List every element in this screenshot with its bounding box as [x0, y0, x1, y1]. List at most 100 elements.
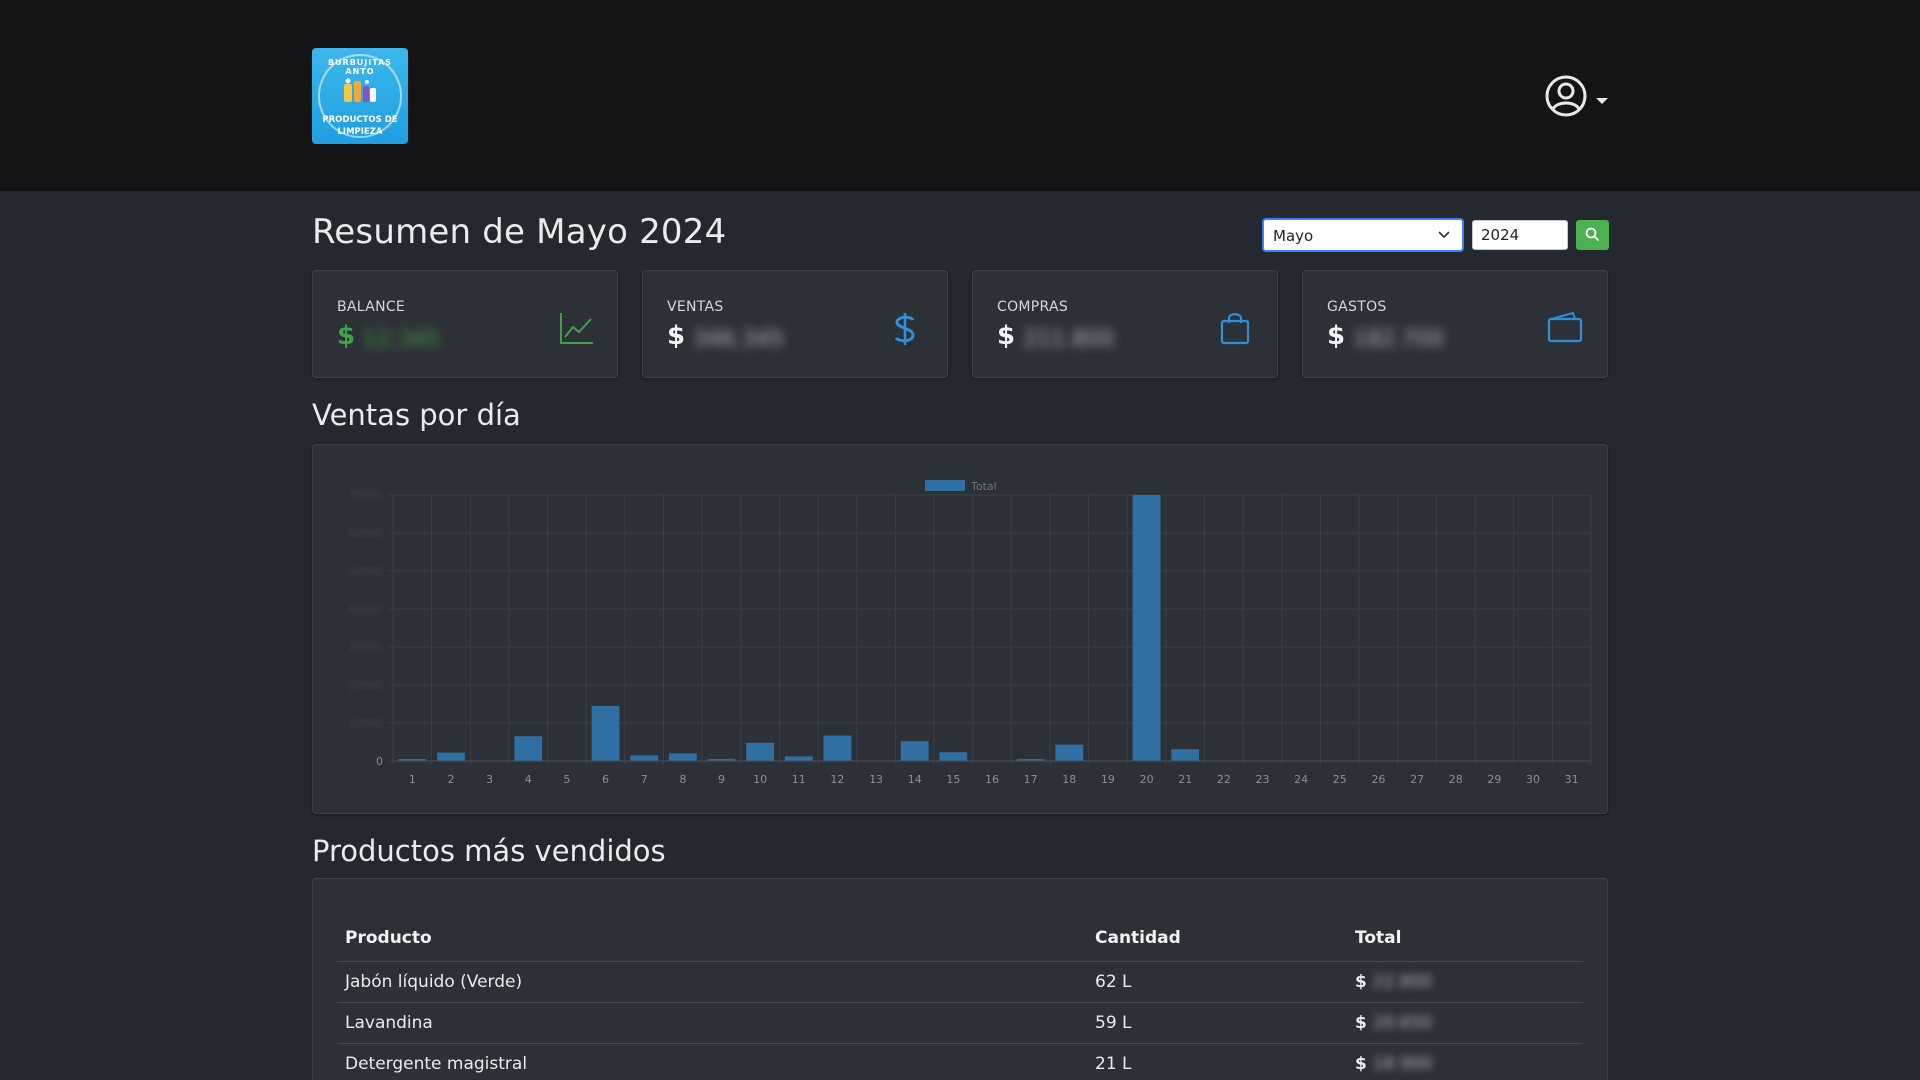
y-tick-label: 30000: [348, 641, 383, 654]
bar-day-15: [939, 752, 968, 761]
legend-swatch: [925, 480, 965, 491]
bar-day-11: [784, 756, 813, 761]
dollar-icon: [894, 313, 915, 345]
top-products-heading: Productos más vendidos: [312, 834, 666, 868]
x-tick-label: 10: [753, 773, 767, 786]
product-total: $18.900: [1347, 1043, 1583, 1080]
logo-brand-name: BURBUJITAS ANTO: [327, 58, 393, 76]
y-tick-label: 10000: [348, 717, 383, 730]
top-products-table: Producto Cantidad Total Jabón líquido (V…: [337, 925, 1583, 1080]
month-select[interactable]: Mayo: [1262, 218, 1464, 252]
sales-card: VENTAS $ 346.345: [642, 270, 948, 378]
x-tick-label: 16: [985, 773, 999, 786]
bar-day-14: [900, 741, 929, 761]
x-tick-label: 21: [1178, 773, 1192, 786]
x-tick-label: 17: [1024, 773, 1038, 786]
x-tick-label: 9: [718, 773, 725, 786]
y-tick-label: 40000: [348, 603, 383, 616]
x-tick-label: 13: [869, 773, 883, 786]
balance-card: BALANCE $ 12.345: [312, 270, 618, 378]
month-select-value: Mayo: [1273, 227, 1314, 245]
product-quantity: 62 L: [1087, 961, 1347, 1003]
page-title: Resumen de Mayo 2024: [312, 212, 727, 252]
user-circle-icon: [1545, 75, 1587, 117]
logo-subtitle-line2: LIMPIEZA: [337, 127, 383, 137]
bar-day-12: [823, 735, 852, 761]
x-tick-label: 24: [1294, 773, 1308, 786]
x-tick-label: 27: [1410, 773, 1424, 786]
y-tick-label: 70000: [348, 489, 383, 502]
x-tick-label: 23: [1256, 773, 1270, 786]
x-tick-label: 22: [1217, 773, 1231, 786]
cleaning-products-icon: [344, 78, 376, 102]
table-row: Jabón líquido (Verde) 62 L $22.800: [337, 961, 1583, 1003]
chevron-down-icon: [1596, 98, 1608, 104]
x-tick-label: 14: [908, 773, 922, 786]
logo-subtitle: PRODUCTOS DE LIMPIEZA: [312, 114, 408, 138]
x-tick-label: 12: [830, 773, 844, 786]
y-tick-label: 60000: [348, 527, 383, 540]
chevron-down-icon: [1438, 231, 1450, 239]
product-total-value: 22.800: [1372, 971, 1433, 992]
expenses-value: 182.700: [1353, 327, 1444, 352]
x-tick-label: 28: [1449, 773, 1463, 786]
x-tick-label: 3: [486, 773, 493, 786]
x-tick-label: 15: [946, 773, 960, 786]
x-tick-label: 20: [1140, 773, 1154, 786]
bar-day-2: [437, 752, 465, 761]
x-tick-label: 6: [602, 773, 609, 786]
sales-label: VENTAS: [667, 299, 724, 315]
currency-symbol: $: [1355, 1053, 1367, 1074]
column-header-quantity: Cantidad: [1087, 925, 1347, 962]
bar-day-20: [1132, 495, 1161, 761]
bar-day-7: [630, 755, 659, 761]
sales-currency: $: [667, 321, 686, 351]
legend-label: Total: [970, 480, 997, 493]
year-input[interactable]: [1472, 220, 1568, 250]
column-header-product: Producto: [337, 925, 1087, 962]
x-tick-label: 29: [1487, 773, 1501, 786]
x-tick-label: 25: [1333, 773, 1347, 786]
x-tick-label: 4: [525, 773, 532, 786]
product-total-value: 18.900: [1372, 1053, 1433, 1074]
x-tick-label: 31: [1565, 773, 1579, 786]
y-tick-label: 0: [376, 755, 383, 768]
product-name: Jabón líquido (Verde): [337, 961, 1087, 1003]
wallet-icon: [1547, 311, 1583, 343]
sales-chart-panel: 0 10000 20000 30000 40000 50000 60000 70000 1 2 3 4…: [312, 444, 1608, 814]
product-total-value: 20.650: [1372, 1012, 1433, 1033]
table-row: Detergente magistral 21 L $18.900: [337, 1043, 1583, 1080]
x-tick-label: 30: [1526, 773, 1540, 786]
currency-symbol: $: [1355, 1012, 1367, 1033]
bar-day-4: [514, 736, 543, 761]
x-tick-label: 18: [1062, 773, 1076, 786]
purchases-currency: $: [997, 321, 1016, 351]
x-tick-label: 1: [409, 773, 416, 786]
expenses-card: GASTOS $ 182.700: [1302, 270, 1608, 378]
column-header-total: Total: [1347, 925, 1583, 962]
expenses-label: GASTOS: [1327, 299, 1387, 315]
user-menu-button[interactable]: [1544, 74, 1608, 117]
x-tick-label: 8: [679, 773, 686, 786]
chart-line-icon: [560, 313, 593, 344]
product-name: Detergente magistral: [337, 1043, 1087, 1080]
x-tick-label: 19: [1101, 773, 1115, 786]
y-tick-label: 50000: [348, 565, 383, 578]
search-button[interactable]: [1576, 220, 1609, 250]
purchases-value: 211.800: [1023, 327, 1114, 352]
x-tick-label: 5: [563, 773, 570, 786]
bar-day-21: [1171, 749, 1200, 761]
x-tick-label: 7: [641, 773, 648, 786]
top-products-panel: Producto Cantidad Total Jabón líquido (V…: [312, 878, 1608, 1080]
sales-by-day-heading: Ventas por día: [312, 398, 521, 432]
bar-day-10: [746, 742, 775, 761]
bar-day-6: [591, 705, 620, 761]
brand-logo[interactable]: BURBUJITAS ANTO PRODUCTOS DE LIMPIEZA: [312, 48, 408, 144]
balance-value: 12.345: [363, 327, 440, 352]
table-header-row: Producto Cantidad Total: [337, 925, 1583, 962]
purchases-card: COMPRAS $ 211.800: [972, 270, 1278, 378]
bar-day-8: [668, 753, 697, 761]
shopping-bag-icon: [1220, 313, 1250, 345]
expenses-currency: $: [1327, 321, 1346, 351]
product-quantity: 59 L: [1087, 1002, 1347, 1044]
